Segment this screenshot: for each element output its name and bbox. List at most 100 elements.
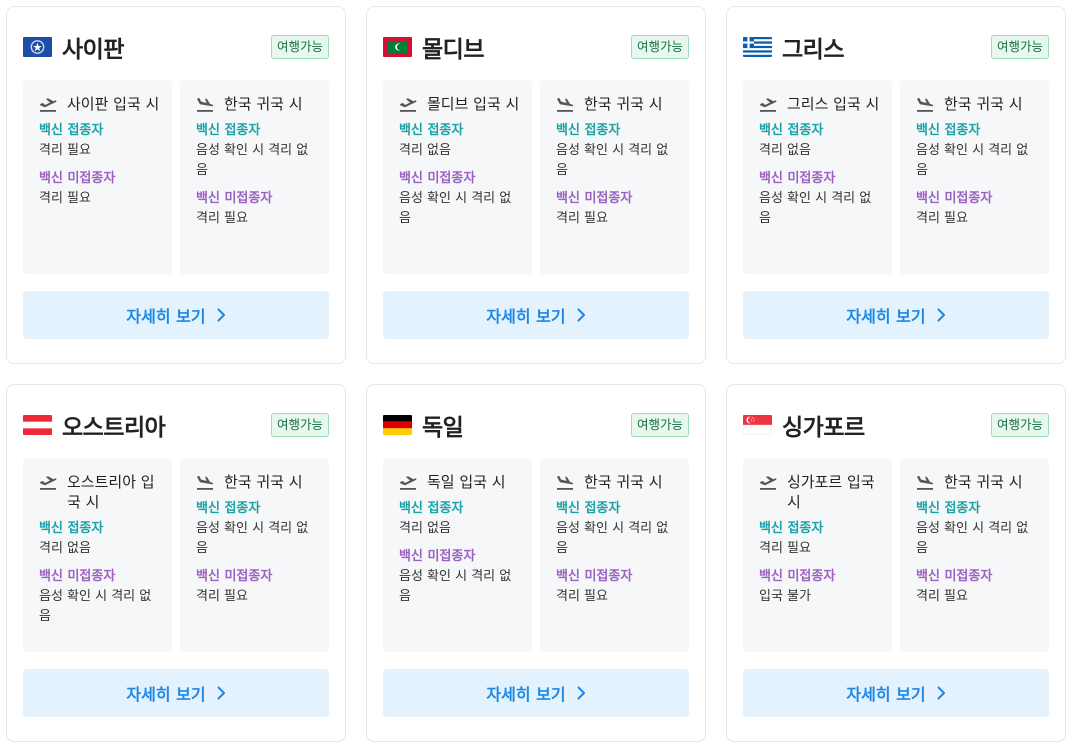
view-details-label: 자세히 보기 [126, 307, 206, 326]
plane-arrival-icon [556, 475, 574, 491]
vaccinated-value: 음성 확인 시 격리 없음 [556, 143, 669, 178]
vaccinated-label: 백신 접종자 [916, 123, 981, 138]
view-details-label: 자세히 보기 [126, 685, 206, 704]
chevron-right-icon [937, 686, 945, 700]
entry-title: 그리스 입국 시 [787, 95, 880, 113]
unvaccinated-label: 백신 미접종자 [39, 569, 116, 584]
view-details-button[interactable]: 자세히 보기 [743, 669, 1049, 717]
country-card-maldives: 몰디브 여행가능 몰디브 입국 시 백신 접종자 격리 없음 백신 미접종자 음… [366, 6, 706, 364]
return-panel: 한국 귀국 시 백신 접종자 음성 확인 시 격리 없음 백신 미접종자 격리 … [540, 80, 689, 274]
unvaccinated-label: 백신 미접종자 [759, 569, 836, 584]
entry-panel: 독일 입국 시 백신 접종자 격리 없음 백신 미접종자 음성 확인 시 격리 … [383, 458, 532, 652]
return-title: 한국 귀국 시 [584, 473, 663, 491]
country-name: 사이판 [62, 37, 124, 63]
plane-departure-icon [399, 97, 417, 113]
return-title: 한국 귀국 시 [944, 95, 1023, 113]
view-details-label: 자세히 보기 [846, 307, 926, 326]
unvaccinated-value: 격리 필요 [916, 589, 968, 604]
card-header: 싱가포르 여행가능 [743, 409, 1049, 441]
country-name: 오스트리아 [62, 415, 166, 441]
entry-panel: 그리스 입국 시 백신 접종자 격리 없음 백신 미접종자 음성 확인 시 격리… [743, 80, 892, 274]
singapore-flag-icon [743, 415, 772, 435]
greece-flag-icon [743, 37, 772, 57]
unvaccinated-value: 격리 필요 [39, 191, 91, 206]
unvaccinated-label: 백신 미접종자 [399, 171, 476, 186]
vaccinated-value: 격리 없음 [39, 541, 91, 556]
entry-title: 오스트리아 입국 시 [67, 473, 155, 511]
plane-departure-icon [759, 475, 777, 491]
unvaccinated-value: 격리 필요 [556, 589, 608, 604]
country-card-germany: 독일 여행가능 독일 입국 시 백신 접종자 격리 없음 백신 미접종자 음성 … [366, 384, 706, 742]
entry-title: 사이판 입국 시 [67, 95, 160, 113]
view-details-button[interactable]: 자세히 보기 [23, 291, 329, 339]
entry-title: 몰디브 입국 시 [427, 95, 520, 113]
unvaccinated-value: 음성 확인 시 격리 없음 [399, 191, 512, 226]
unvaccinated-label: 백신 미접종자 [196, 191, 273, 206]
country-card-austria: 오스트리아 여행가능 오스트리아 입국 시 백신 접종자 격리 없음 백신 미접… [6, 384, 346, 742]
unvaccinated-value: 음성 확인 시 격리 없음 [399, 569, 512, 604]
view-details-button[interactable]: 자세히 보기 [743, 291, 1049, 339]
austria-flag-icon [23, 415, 52, 435]
germany-flag-icon [383, 415, 412, 435]
chevron-right-icon [937, 308, 945, 322]
unvaccinated-value: 격리 필요 [916, 211, 968, 226]
vaccinated-label: 백신 접종자 [196, 123, 261, 138]
card-header: 독일 여행가능 [383, 409, 689, 441]
return-panel: 한국 귀국 시 백신 접종자 음성 확인 시 격리 없음 백신 미접종자 격리 … [900, 458, 1049, 652]
entry-panel: 몰디브 입국 시 백신 접종자 격리 없음 백신 미접종자 음성 확인 시 격리… [383, 80, 532, 274]
vaccinated-value: 음성 확인 시 격리 없음 [196, 521, 309, 556]
vaccinated-value: 격리 필요 [759, 541, 811, 556]
plane-departure-icon [39, 475, 57, 491]
view-details-label: 자세히 보기 [486, 685, 566, 704]
entry-panel: 사이판 입국 시 백신 접종자 격리 필요 백신 미접종자 격리 필요 [23, 80, 172, 274]
plane-departure-icon [39, 97, 57, 113]
unvaccinated-value: 음성 확인 시 격리 없음 [759, 191, 872, 226]
unvaccinated-label: 백신 미접종자 [916, 191, 993, 206]
view-details-button[interactable]: 자세히 보기 [383, 291, 689, 339]
country-name: 독일 [422, 415, 464, 441]
return-panel: 한국 귀국 시 백신 접종자 음성 확인 시 격리 없음 백신 미접종자 격리 … [540, 458, 689, 652]
vaccinated-value: 음성 확인 시 격리 없음 [916, 521, 1029, 556]
vaccinated-label: 백신 접종자 [759, 521, 824, 536]
entry-panel: 오스트리아 입국 시 백신 접종자 격리 없음 백신 미접종자 음성 확인 시 … [23, 458, 172, 652]
travel-status-badge: 여행가능 [990, 35, 1049, 59]
country-name: 싱가포르 [782, 415, 865, 441]
unvaccinated-value: 격리 필요 [196, 211, 248, 226]
unvaccinated-label: 백신 미접종자 [399, 549, 476, 564]
plane-arrival-icon [196, 97, 214, 113]
entry-title: 싱가포르 입국 시 [787, 473, 875, 511]
travel-status-badge: 여행가능 [630, 413, 689, 437]
travel-status-badge: 여행가능 [990, 413, 1049, 437]
plane-arrival-icon [556, 97, 574, 113]
saipan-flag-icon [23, 37, 52, 57]
maldives-flag-icon [383, 37, 412, 57]
unvaccinated-label: 백신 미접종자 [196, 569, 273, 584]
country-name: 그리스 [782, 37, 844, 63]
vaccinated-label: 백신 접종자 [556, 123, 621, 138]
card-header: 오스트리아 여행가능 [23, 409, 329, 441]
view-details-label: 자세히 보기 [846, 685, 926, 704]
country-card-saipan: 사이판 여행가능 사이판 입국 시 백신 접종자 격리 필요 백신 미접종자 격… [6, 6, 346, 364]
vaccinated-value: 음성 확인 시 격리 없음 [916, 143, 1029, 178]
return-panel: 한국 귀국 시 백신 접종자 음성 확인 시 격리 없음 백신 미접종자 격리 … [180, 458, 329, 652]
unvaccinated-value: 격리 필요 [196, 589, 248, 604]
return-title: 한국 귀국 시 [944, 473, 1023, 491]
return-title: 한국 귀국 시 [224, 473, 303, 491]
unvaccinated-label: 백신 미접종자 [556, 191, 633, 206]
vaccinated-label: 백신 접종자 [399, 501, 464, 516]
chevron-right-icon [577, 686, 585, 700]
vaccinated-value: 격리 없음 [759, 143, 811, 158]
travel-status-badge: 여행가능 [630, 35, 689, 59]
view-details-button[interactable]: 자세히 보기 [383, 669, 689, 717]
card-header: 그리스 여행가능 [743, 31, 1049, 63]
unvaccinated-label: 백신 미접종자 [759, 171, 836, 186]
vaccinated-label: 백신 접종자 [399, 123, 464, 138]
vaccinated-value: 격리 없음 [399, 143, 451, 158]
entry-panel: 싱가포르 입국 시 백신 접종자 격리 필요 백신 미접종자 입국 불가 [743, 458, 892, 652]
plane-arrival-icon [916, 475, 934, 491]
vaccinated-label: 백신 접종자 [39, 123, 104, 138]
view-details-button[interactable]: 자세히 보기 [23, 669, 329, 717]
unvaccinated-label: 백신 미접종자 [556, 569, 633, 584]
return-title: 한국 귀국 시 [584, 95, 663, 113]
plane-arrival-icon [916, 97, 934, 113]
